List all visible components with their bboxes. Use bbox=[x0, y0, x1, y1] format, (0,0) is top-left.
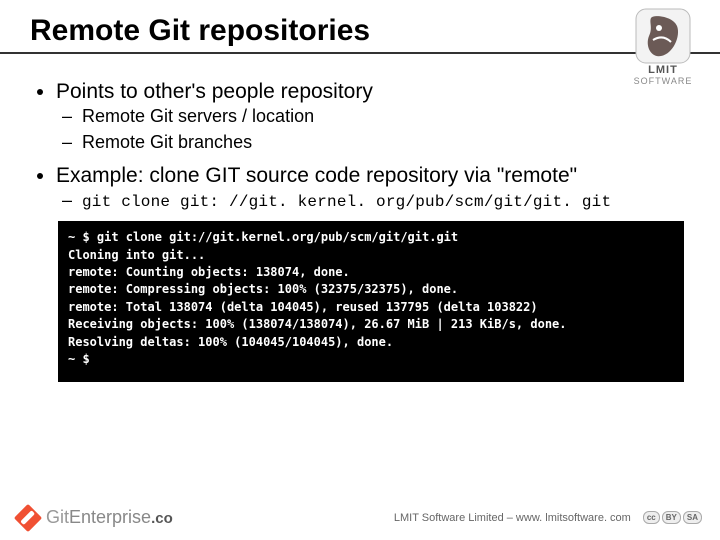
brand-enterprise: Enterprise bbox=[69, 507, 151, 527]
bullet-2-cmd: git clone git: //git. kernel. org/pub/sc… bbox=[82, 189, 690, 213]
term-line-5: remote: Total 138074 (delta 104045), reu… bbox=[68, 300, 538, 314]
git-icon bbox=[14, 503, 42, 531]
term-line-4: remote: Compressing objects: 100% (32375… bbox=[68, 282, 458, 296]
term-line-3: remote: Counting objects: 138074, done. bbox=[68, 265, 350, 279]
cc-license-icon: ccBYSA bbox=[641, 511, 702, 524]
bullet-2-text: Example: clone GIT source code repositor… bbox=[56, 164, 577, 187]
logo-icon bbox=[633, 6, 693, 66]
slide-content: Points to other's people repository Remo… bbox=[30, 78, 690, 382]
bullet-2: Example: clone GIT source code repositor… bbox=[56, 162, 690, 213]
brand-logo: GitEnterprise.co bbox=[18, 507, 173, 528]
brand-git: Git bbox=[46, 507, 69, 527]
term-line-2: Cloning into git... bbox=[68, 248, 205, 262]
bullet-1: Points to other's people repository Remo… bbox=[56, 78, 690, 154]
slide-title: Remote Git repositories bbox=[30, 14, 690, 48]
brand-domain: .co bbox=[151, 510, 173, 527]
slide-footer: GitEnterprise.co LMIT Software Limited –… bbox=[0, 507, 720, 528]
title-underline bbox=[0, 52, 720, 54]
footer-copyright: LMIT Software Limited – www. lmitsoftwar… bbox=[394, 512, 631, 524]
logo-label: LMITSOFTWARE bbox=[624, 64, 702, 86]
bullet-1-sub-2: Remote Git branches bbox=[82, 131, 690, 154]
terminal-output: ~ $ git clone git://git.kernel.org/pub/s… bbox=[58, 221, 684, 382]
term-line-1: ~ $ git clone git://git.kernel.org/pub/s… bbox=[68, 230, 458, 244]
term-line-7: Resolving deltas: 100% (104045/104045), … bbox=[68, 335, 393, 349]
bullet-1-text: Points to other's people repository bbox=[56, 80, 373, 103]
bullet-1-sub-1: Remote Git servers / location bbox=[82, 105, 690, 128]
company-logo: LMITSOFTWARE bbox=[624, 6, 702, 76]
term-line-8: ~ $ bbox=[68, 352, 90, 366]
term-line-6: Receiving objects: 100% (138074/138074),… bbox=[68, 317, 567, 331]
